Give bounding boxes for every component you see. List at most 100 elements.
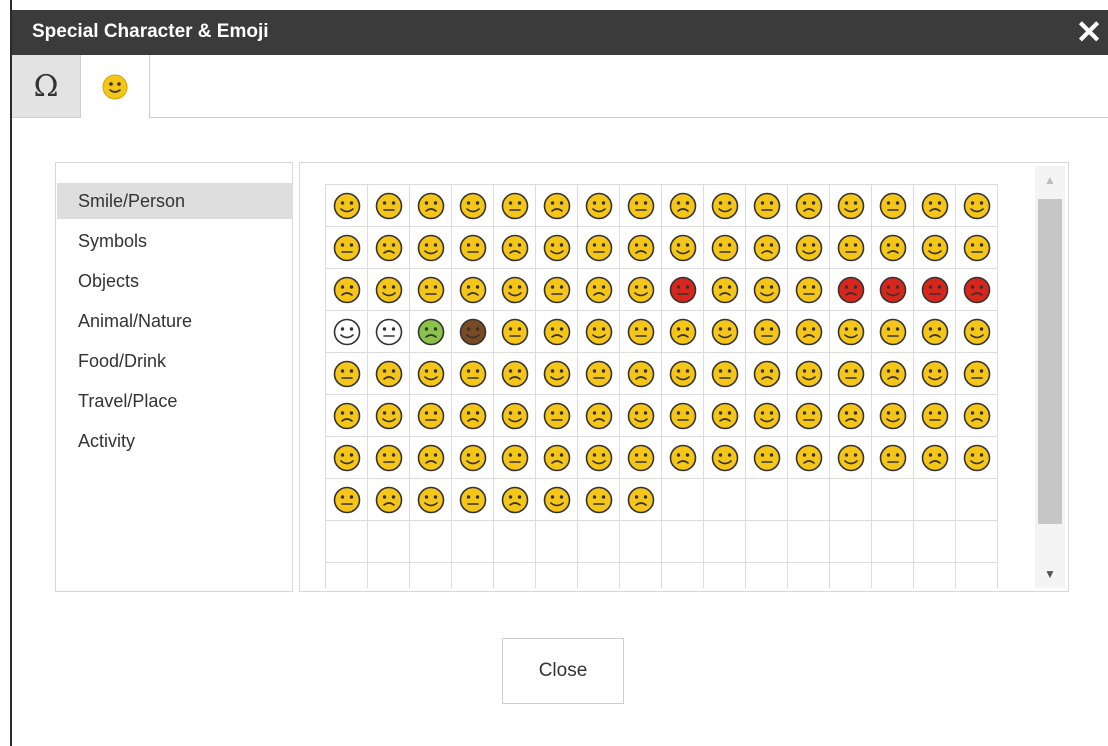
emoji-cell[interactable] xyxy=(620,479,662,521)
emoji-cell[interactable] xyxy=(914,227,956,269)
emoji-cell[interactable] xyxy=(704,185,746,227)
emoji-cell[interactable] xyxy=(578,311,620,353)
emoji-cell[interactable] xyxy=(914,395,956,437)
emoji-cell[interactable] xyxy=(662,185,704,227)
emoji-cell[interactable] xyxy=(494,185,536,227)
emoji-cell[interactable] xyxy=(410,227,452,269)
emoji-cell[interactable] xyxy=(956,395,998,437)
emoji-cell[interactable] xyxy=(872,311,914,353)
category-food-drink[interactable]: Food/Drink xyxy=(57,343,293,379)
emoji-cell[interactable] xyxy=(494,395,536,437)
emoji-cell[interactable] xyxy=(494,227,536,269)
emoji-cell[interactable] xyxy=(452,269,494,311)
emoji-cell[interactable] xyxy=(494,269,536,311)
emoji-cell[interactable] xyxy=(368,479,410,521)
emoji-cell[interactable] xyxy=(368,311,410,353)
emoji-cell[interactable] xyxy=(326,395,368,437)
emoji-cell[interactable] xyxy=(452,227,494,269)
emoji-cell[interactable] xyxy=(872,185,914,227)
emoji-cell[interactable] xyxy=(788,269,830,311)
emoji-cell[interactable] xyxy=(578,227,620,269)
emoji-cell[interactable] xyxy=(326,185,368,227)
category-smile-person[interactable]: Smile/Person xyxy=(57,183,293,219)
emoji-cell[interactable] xyxy=(704,227,746,269)
emoji-cell[interactable] xyxy=(746,395,788,437)
emoji-cell[interactable] xyxy=(620,185,662,227)
emoji-cell[interactable] xyxy=(368,269,410,311)
emoji-cell[interactable] xyxy=(536,479,578,521)
category-animal-nature[interactable]: Animal/Nature xyxy=(57,303,293,339)
emoji-cell[interactable] xyxy=(914,353,956,395)
emoji-cell[interactable] xyxy=(704,269,746,311)
emoji-cell[interactable] xyxy=(452,353,494,395)
emoji-cell[interactable] xyxy=(578,353,620,395)
emoji-cell[interactable] xyxy=(704,353,746,395)
emoji-cell[interactable] xyxy=(368,227,410,269)
emoji-cell[interactable] xyxy=(410,311,452,353)
emoji-cell[interactable] xyxy=(578,269,620,311)
scroll-up-icon[interactable]: ▲ xyxy=(1035,166,1065,194)
emoji-cell[interactable] xyxy=(536,185,578,227)
emoji-cell[interactable] xyxy=(620,353,662,395)
emoji-cell[interactable] xyxy=(704,437,746,479)
emoji-cell[interactable] xyxy=(830,269,872,311)
emoji-cell[interactable] xyxy=(536,311,578,353)
emoji-cell[interactable] xyxy=(620,227,662,269)
emoji-cell[interactable] xyxy=(536,227,578,269)
emoji-cell[interactable] xyxy=(662,353,704,395)
emoji-cell[interactable] xyxy=(662,311,704,353)
emoji-cell[interactable] xyxy=(872,395,914,437)
scroll-down-icon[interactable]: ▼ xyxy=(1035,560,1065,588)
emoji-cell[interactable] xyxy=(620,311,662,353)
emoji-cell[interactable] xyxy=(746,227,788,269)
emoji-cell[interactable] xyxy=(326,311,368,353)
emoji-cell[interactable] xyxy=(410,269,452,311)
emoji-cell[interactable] xyxy=(956,185,998,227)
emoji-cell[interactable] xyxy=(494,353,536,395)
emoji-cell[interactable] xyxy=(914,185,956,227)
emoji-cell[interactable] xyxy=(704,311,746,353)
close-icon[interactable]: ✕ xyxy=(1074,15,1104,49)
emoji-cell[interactable] xyxy=(410,437,452,479)
emoji-cell[interactable] xyxy=(956,269,998,311)
emoji-cell[interactable] xyxy=(452,479,494,521)
emoji-cell[interactable] xyxy=(788,227,830,269)
emoji-cell[interactable] xyxy=(368,185,410,227)
emoji-cell[interactable] xyxy=(830,227,872,269)
emoji-cell[interactable] xyxy=(956,353,998,395)
category-travel-place[interactable]: Travel/Place xyxy=(57,383,293,419)
emoji-cell[interactable] xyxy=(536,269,578,311)
emoji-cell[interactable] xyxy=(368,395,410,437)
tab-symbols[interactable]: Ω xyxy=(12,55,80,117)
emoji-cell[interactable] xyxy=(326,269,368,311)
emoji-cell[interactable] xyxy=(872,437,914,479)
emoji-cell[interactable] xyxy=(452,395,494,437)
category-symbols[interactable]: Symbols xyxy=(57,223,293,259)
emoji-cell[interactable] xyxy=(578,395,620,437)
emoji-cell[interactable] xyxy=(578,479,620,521)
emoji-cell[interactable] xyxy=(326,227,368,269)
emoji-cell[interactable] xyxy=(956,437,998,479)
emoji-cell[interactable] xyxy=(662,227,704,269)
emoji-cell[interactable] xyxy=(410,395,452,437)
emoji-cell[interactable] xyxy=(704,395,746,437)
emoji-cell[interactable] xyxy=(452,311,494,353)
scrollbar[interactable]: ▲ ▼ xyxy=(1035,166,1065,588)
emoji-cell[interactable] xyxy=(368,353,410,395)
emoji-cell[interactable] xyxy=(620,395,662,437)
emoji-cell[interactable] xyxy=(788,185,830,227)
emoji-cell[interactable] xyxy=(326,479,368,521)
emoji-cell[interactable] xyxy=(410,353,452,395)
emoji-cell[interactable] xyxy=(494,311,536,353)
emoji-cell[interactable] xyxy=(494,479,536,521)
emoji-cell[interactable] xyxy=(620,437,662,479)
emoji-cell[interactable] xyxy=(746,311,788,353)
emoji-cell[interactable] xyxy=(410,185,452,227)
emoji-cell[interactable] xyxy=(830,185,872,227)
emoji-cell[interactable] xyxy=(746,185,788,227)
emoji-cell[interactable] xyxy=(368,437,410,479)
emoji-cell[interactable] xyxy=(956,311,998,353)
close-button[interactable]: Close xyxy=(502,638,624,704)
emoji-cell[interactable] xyxy=(872,353,914,395)
emoji-cell[interactable] xyxy=(746,269,788,311)
